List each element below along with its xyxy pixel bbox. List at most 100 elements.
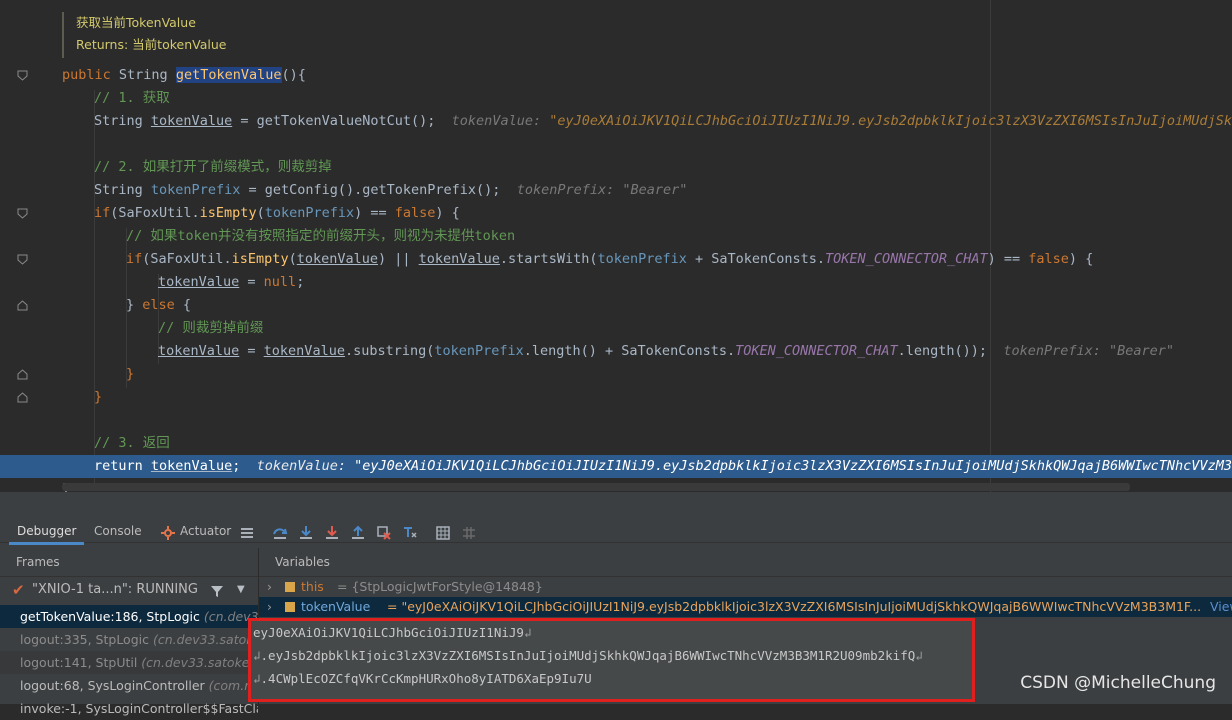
frame-row[interactable]: logout:335, StpLogic (cn.dev33.satoke: [0, 628, 258, 651]
constant: TOKEN_CONNECTOR_CHAT: [825, 251, 988, 267]
method-call: isEmpty: [199, 205, 257, 221]
code: .substring(: [344, 343, 435, 359]
variable: tokenPrefix: [434, 343, 524, 359]
type: String: [94, 182, 143, 198]
comment: // 2. 如果打开了前缀模式，则裁剪掉: [94, 159, 332, 175]
step-out-icon[interactable]: [350, 525, 366, 541]
right-margin-guide: [990, 0, 991, 492]
code: .startsWith(: [499, 251, 598, 267]
variable: tokenValue: [150, 458, 233, 474]
frame-location: (cn.dev33.satoke: [152, 632, 258, 647]
run-to-cursor-icon[interactable]: [402, 525, 418, 541]
closing-brace: }: [126, 366, 135, 382]
current-execution-line[interactable]: return tokenValue; tokenValue: "eyJ0eXAi…: [0, 455, 1232, 478]
code: ) {: [435, 205, 460, 221]
keyword: if: [94, 205, 111, 221]
frame-row[interactable]: logout:141, StpUtil (cn.dev33.satoke: [0, 651, 258, 674]
keyword: false: [394, 205, 436, 221]
frame-method: logout:68, SysLoginController: [20, 678, 205, 693]
filter-icon[interactable]: [210, 576, 224, 604]
code-line-return[interactable]: return tokenValue; tokenValue: "eyJ0eXAi…: [94, 455, 1232, 478]
code: =: [239, 274, 264, 290]
popup-text: eyJ0eXAiOiJKV1QiLCJhbGciOiJIUzI1NiJ9: [253, 625, 524, 640]
step-into-icon[interactable]: [298, 525, 314, 541]
variable-row-tokenvalue[interactable]: › tokenValue = "eyJ0eXAiOiJKV1QiLCJhbGci…: [259, 597, 1232, 617]
frame-location: (com.r: [208, 678, 250, 693]
code: ) ||: [378, 251, 419, 267]
expression: = getTokenValueNotCut();: [232, 113, 436, 129]
fold-icon[interactable]: [17, 300, 28, 311]
value-popup[interactable]: eyJ0eXAiOiJKV1QiLCJhbGciOiJIUzI1NiJ9↲ ↲.…: [248, 618, 975, 702]
fold-icon[interactable]: [17, 392, 28, 403]
trace-stream-icon[interactable]: [461, 525, 477, 541]
code-line-if-inner[interactable]: if(SaFoxUtil.isEmpty(tokenValue) || toke…: [126, 248, 1093, 271]
code-line-substring[interactable]: tokenValue = tokenValue.substring(tokenP…: [158, 340, 1174, 363]
constant: TOKEN_CONNECTOR_CHAT: [735, 343, 898, 359]
tab-console[interactable]: Console: [86, 520, 150, 542]
code-line-if-outer[interactable]: if(SaFoxUtil.isEmpty(tokenPrefix) == fal…: [94, 202, 460, 225]
fold-icon[interactable]: [17, 70, 28, 81]
code: (: [288, 251, 297, 267]
code-line-signature[interactable]: public String getTokenValue(){: [62, 64, 306, 87]
inline-hint-value: "Bearer": [1109, 343, 1175, 359]
wrap-icon: ↲: [253, 671, 261, 686]
inline-hint-value: "eyJ0eXAiOiJKV1QiLCJhbGciOiJIUzI1NiJ9.ey…: [354, 458, 1232, 474]
popup-text: .eyJsb2dpbklkIjoic3lzX3VzZXI6MSIsInJuIjo…: [260, 648, 916, 663]
expand-arrow-icon[interactable]: ›: [267, 597, 272, 617]
fold-icon[interactable]: [17, 208, 28, 219]
variable: tokenValue: [418, 251, 500, 267]
frames-header: Frames: [0, 548, 258, 577]
code: + SaTokenConsts.: [686, 251, 826, 267]
force-step-into-icon[interactable]: [324, 525, 340, 541]
fold-icon[interactable]: [17, 369, 28, 380]
frame-row[interactable]: invoke:-1, SysLoginController$$FastCla: [0, 697, 258, 720]
code: }: [126, 297, 143, 313]
drop-frame-icon[interactable]: [376, 525, 392, 541]
variable: tokenPrefix: [264, 205, 355, 221]
code: (SaFoxUtil.: [142, 251, 232, 267]
check-icon: ✔: [12, 581, 25, 599]
code: {: [174, 297, 192, 313]
variable-row-this[interactable]: › this = {StpLogicJwtForStyle@14848}: [259, 577, 1232, 597]
code: ) {: [1068, 251, 1094, 267]
inline-hint-value: "eyJ0eXAiOiJKV1QiLCJhbGciOiJIUzI1NiJ9.ey…: [549, 113, 1232, 129]
keyword: return: [94, 458, 143, 474]
type: String: [94, 113, 143, 129]
comment: // 1. 获取: [94, 90, 170, 106]
view-link[interactable]: View: [1210, 597, 1232, 617]
variable: tokenPrefix: [597, 251, 687, 267]
code-line-get[interactable]: String tokenValue = getTokenValueNotCut(…: [94, 110, 1232, 133]
step-over-icon[interactable]: [272, 525, 288, 541]
tab-debugger[interactable]: Debugger: [9, 520, 85, 545]
code-editor[interactable]: 获取当前TokenValue Returns: 当前tokenValue pub…: [0, 0, 1232, 492]
code-line-null[interactable]: tokenValue = null;: [158, 271, 304, 294]
keyword: else: [142, 297, 175, 313]
fold-icon[interactable]: [17, 254, 28, 265]
keyword: null: [263, 274, 297, 290]
method-name[interactable]: getTokenValue: [175, 67, 282, 83]
frame-row[interactable]: logout:68, SysLoginController (com.r: [0, 674, 258, 697]
comment: // 3. 返回: [94, 435, 170, 451]
tab-actuator[interactable]: Actuator: [172, 520, 239, 542]
code-line-else[interactable]: } else {: [126, 294, 191, 317]
expand-arrow-icon[interactable]: ›: [267, 577, 272, 597]
comment: // 则裁剪掉前缀: [158, 320, 264, 336]
field-icon: [285, 582, 295, 592]
thread-selector[interactable]: ✔ "XNIO-1 ta...n": RUNNING ▼: [0, 576, 258, 604]
popup-line: eyJ0eXAiOiJKV1QiLCJhbGciOiJIUzI1NiJ9↲: [251, 621, 972, 644]
code: .length());: [897, 343, 988, 359]
code: (SaFoxUtil.: [110, 205, 200, 221]
variable: tokenPrefix: [150, 182, 241, 198]
dropdown-chevron-icon[interactable]: ▼: [237, 576, 245, 604]
menu-icon[interactable]: [239, 525, 255, 541]
watermark: CSDN @MichelleChung: [1020, 673, 1216, 693]
horizontal-scrollbar[interactable]: [62, 483, 1130, 491]
frames-panel: Frames ✔ "XNIO-1 ta...n": RUNNING ▼ getT…: [0, 548, 259, 716]
code: (: [256, 205, 265, 221]
frame-row-selected[interactable]: getTokenValue:186, StpLogic (cn.dev3: [0, 605, 258, 628]
frame-location: (cn.dev33.satoke: [141, 655, 250, 670]
evaluate-expression-icon[interactable]: [435, 525, 451, 541]
code-line-prefix[interactable]: String tokenPrefix = getConfig().getToke…: [94, 179, 687, 202]
variable: tokenValue: [150, 113, 233, 129]
inline-hint-label: tokenValue:: [256, 458, 355, 474]
